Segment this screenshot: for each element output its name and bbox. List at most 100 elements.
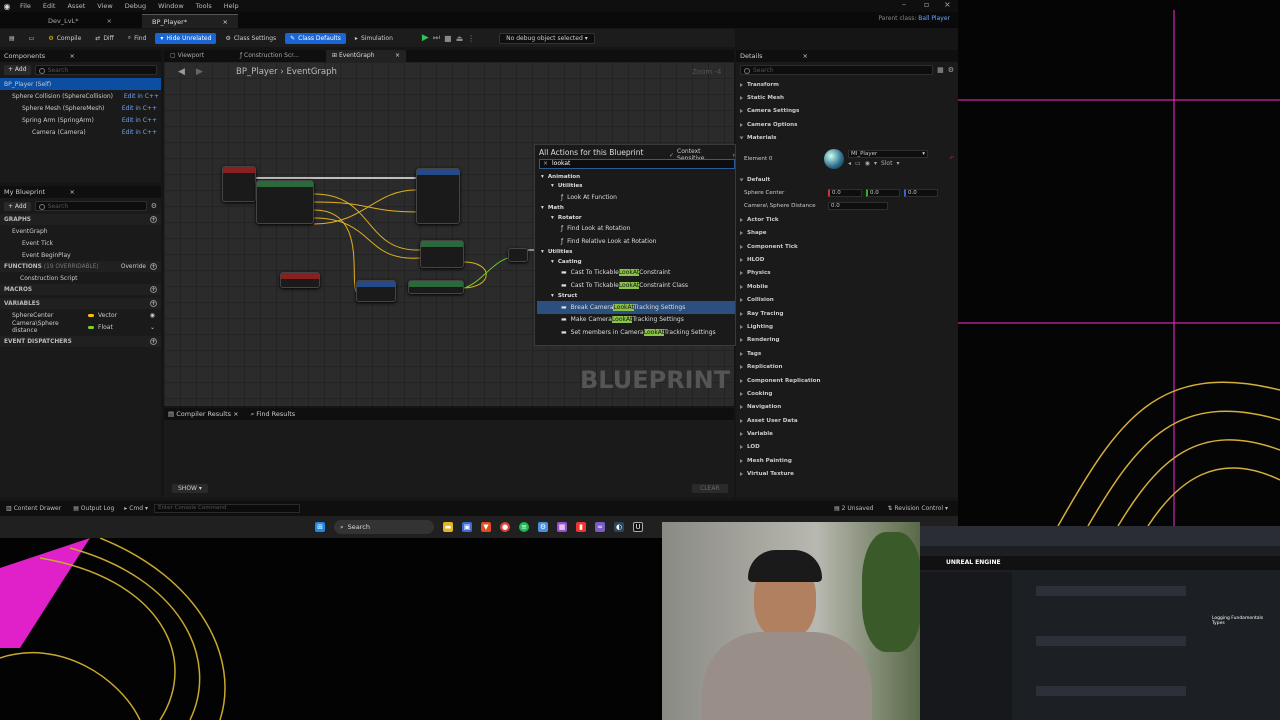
find-results-tab[interactable]: ⌕ Find Results [251,410,296,419]
hide-unrelated-button[interactable]: ▾ Hide Unrelated [155,32,217,44]
sphere-distance-input[interactable]: 0.0 [828,202,888,211]
menu-edit[interactable]: Edit [37,2,62,10]
details-section[interactable]: Physics [736,267,958,280]
menu-file[interactable]: File [14,2,37,10]
set-actor-rotation-node[interactable] [416,168,460,224]
details-section[interactable]: Virtual Texture [736,468,958,481]
windows-start-icon[interactable]: ⊞ [315,522,325,532]
palette-action-item[interactable]: ƒ Find Look at Rotation [537,223,735,235]
palette-action-item[interactable]: ▬ Cast To Tickable LookAt Constraint [537,267,735,279]
menu-tools[interactable]: Tools [190,2,218,10]
parent-class-link[interactable]: Ball Player [918,15,950,22]
tab-dev-lvl[interactable]: Dev_LvL* × [38,14,122,28]
details-section[interactable]: Camera Settings [736,105,958,118]
simulation-button[interactable]: ▸ Simulation [350,33,398,44]
functions-section[interactable]: FUNCTIONS (19 OVERRIDABLE) Override + [0,261,161,272]
set-variable-node[interactable] [356,280,396,302]
details-section[interactable]: Mobile [736,280,958,293]
variable-camera-sphere-distance[interactable]: Camera\Sphere distance Float ⌄ [0,320,161,334]
stop-icon[interactable]: ■ [444,34,452,43]
menu-window[interactable]: Window [152,2,190,10]
details-section[interactable]: Component Replication [736,374,958,387]
details-section[interactable]: HLOD [736,253,958,266]
chevron-down-icon[interactable]: ⌄ [150,324,155,331]
brave-icon[interactable]: ▼ [481,522,491,532]
visual-studio-icon[interactable]: ∞ [595,522,605,532]
close-icon[interactable]: × [395,52,400,59]
event-dispatchers-section[interactable]: EVENT DISPATCHERS + [0,336,161,347]
cmd-dropdown[interactable]: ▸ Cmd ▾ [124,505,148,512]
play-icon[interactable]: ▶ [422,33,429,43]
tab-bp-player[interactable]: BP_Player* × [142,14,238,28]
event-begin-play-item[interactable]: Event BeginPlay [0,249,161,261]
details-section[interactable]: Static Mesh [736,91,958,104]
menu-debug[interactable]: Debug [119,2,152,10]
store-icon[interactable]: ▣ [462,522,472,532]
browse-icon[interactable]: ▭ [855,160,861,167]
add-graph-icon[interactable]: + [150,216,157,223]
palette-action-item[interactable]: ▬ Make Camera LookAt Tracking Settings [537,314,735,326]
close-icon[interactable]: × [233,410,238,418]
close-icon[interactable]: × [223,18,228,26]
class-defaults-button[interactable]: ✎ Class Defaults [285,32,346,44]
macros-section[interactable]: MACROS + [0,284,161,295]
details-section[interactable]: Component Tick [736,240,958,253]
sphere-center-x[interactable]: 0.0 [828,189,862,198]
menu-view[interactable]: View [91,2,118,10]
my-blueprint-search-input[interactable]: Search [34,201,147,211]
taskbar-search-input[interactable]: ⌕ Search [334,520,434,534]
sphere-center-z[interactable]: 0.0 [904,189,938,198]
palette-search-input[interactable]: × lookat [539,159,735,169]
eject-icon[interactable]: ⏏ [456,34,464,43]
details-section[interactable]: Asset User Data [736,414,958,427]
add-dispatcher-icon[interactable]: + [150,338,157,345]
clear-icon[interactable]: × [543,160,548,167]
details-section[interactable]: Collision [736,293,958,306]
file-explorer-icon[interactable]: ▬ [443,522,453,532]
window-close-icon[interactable]: × [944,0,951,9]
arrow-left-icon[interactable]: ◂ [848,160,851,167]
find-button[interactable]: ⌕ Find [123,32,152,44]
palette-action-item[interactable]: ▬ Set members in Camera LookAt Tracking Set… [537,326,735,338]
add-variable-icon[interactable]: + [150,300,157,307]
details-section[interactable]: Ray Tracing [736,307,958,320]
compile-button[interactable]: ⚙ Compile [43,33,86,44]
component-item[interactable]: Sphere Mesh (SphereMesh) Edit in C++ [0,102,161,114]
event-tick-item[interactable]: Event Tick [0,237,161,249]
chevron-down-icon[interactable]: ▾ [896,160,899,167]
close-icon[interactable]: × [803,52,808,60]
tab-event-graph[interactable]: ⊞ EventGraph × [326,50,406,62]
output-log-button[interactable]: ▤ Output Log [73,505,114,512]
menu-asset[interactable]: Asset [61,2,91,10]
palette-category[interactable]: ▾ Casting [537,257,735,267]
unreal-engine-taskbar-icon[interactable]: U [633,522,643,532]
details-section[interactable]: Materials [736,132,958,145]
unreal-engine-logo[interactable]: UNREAL ENGINE [946,559,1001,566]
eye-icon[interactable]: ◉ [150,312,155,319]
add-function-icon[interactable]: + [150,263,157,270]
settings-gear-icon[interactable]: ⚙ [538,522,548,532]
diff-button[interactable]: ⇄ Diff [90,33,118,44]
steam-icon[interactable]: ◐ [614,522,624,532]
settings-icon[interactable]: ⚙ [151,202,157,210]
sphere-center-y[interactable]: 0.0 [866,189,900,198]
palette-category[interactable]: ▾ Math [537,204,735,214]
palette-action-item[interactable]: ▬ Break Camera LookAt Tracking Settings [537,301,735,314]
details-section[interactable]: Rendering [736,334,958,347]
chrome-icon[interactable]: ● [500,522,510,532]
tab-construction-script[interactable]: ƒ Construction Scr... [240,52,299,59]
eye-icon[interactable]: ◉ [865,160,870,167]
details-section[interactable]: Tags [736,347,958,360]
override-dropdown[interactable]: Override [121,264,146,270]
details-section[interactable]: Camera Options [736,118,958,131]
details-section[interactable]: Mesh Painting [736,454,958,467]
details-section[interactable]: Replication [736,360,958,373]
palette-category[interactable]: ▾ Utilities [537,182,735,192]
unsaved-indicator[interactable]: ▤ 2 Unsaved [834,505,873,512]
tab-viewport[interactable]: ▢ Viewport [170,52,204,59]
save-icon[interactable]: ▤ [4,33,20,44]
details-section[interactable]: Lighting [736,320,958,333]
details-section[interactable]: Variable [736,427,958,440]
close-icon[interactable]: × [70,52,75,60]
material-dropdown[interactable]: MI_Player ▾ [848,150,928,159]
